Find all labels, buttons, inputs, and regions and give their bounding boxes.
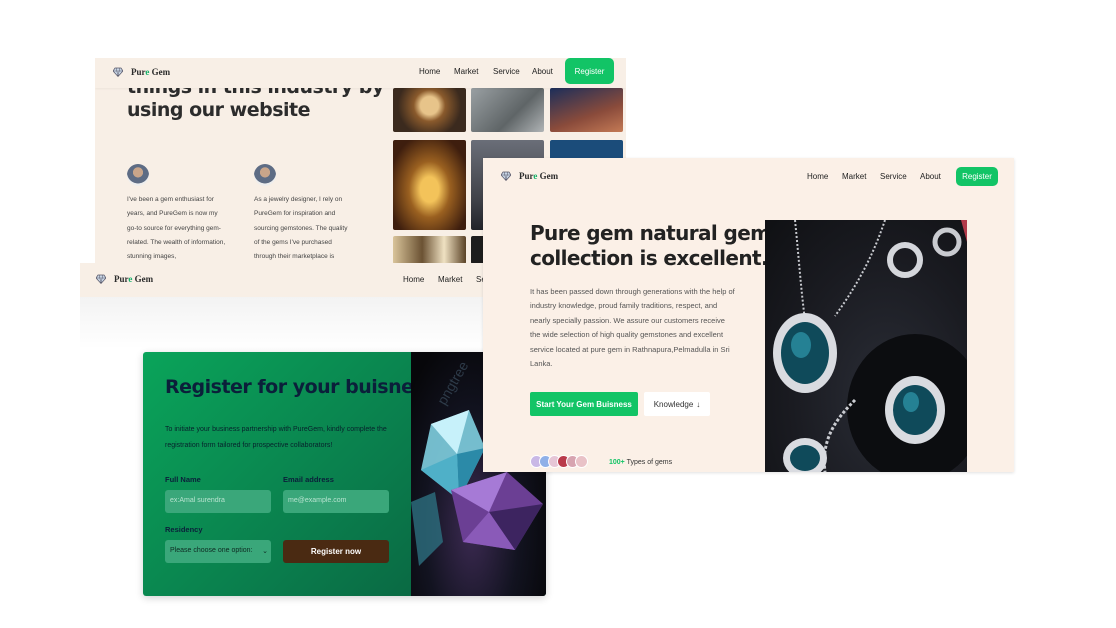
residency-select[interactable]: Please choose one option: ⌄ [165, 540, 271, 563]
brand-name-a: Pur [114, 274, 129, 284]
start-business-button[interactable]: Start Your Gem Buisness [530, 392, 638, 416]
register-title: Register for your buisness! [165, 376, 444, 398]
nav-service[interactable]: Service [880, 172, 907, 181]
knowledge-label: Knowledge [653, 399, 694, 409]
gallery-photo [471, 88, 544, 132]
full-name-field[interactable]: ex:Amal surendra [165, 490, 271, 513]
gem-types-count: 100+ Types of gems [609, 459, 672, 466]
diamond-icon [113, 67, 123, 77]
testimonial-text: As a jewelry designer, I rely on PureGem… [254, 196, 348, 261]
jewelry-image [765, 219, 983, 472]
gallery-photo [393, 140, 466, 230]
testimonial-text: I've been a gem enthusiast for years, an… [127, 196, 226, 261]
register-button[interactable]: Register [956, 167, 998, 186]
types-number: 100+ [609, 459, 625, 466]
gallery-photo [393, 236, 466, 264]
avatar [254, 164, 276, 186]
page-background [80, 297, 551, 349]
nav-about[interactable]: About [532, 67, 553, 76]
nav-home[interactable]: Home [419, 67, 440, 76]
email-label: Email address [283, 475, 334, 484]
gallery-photo [393, 88, 466, 132]
hero-title-line-2: collection is excellent. [530, 246, 769, 270]
heading-line-2: using our website [127, 99, 310, 121]
full-name-label: Full Name [165, 475, 201, 484]
navbar: Pure Gem Home Market Se [80, 263, 551, 297]
brand-name-c: Gem [132, 274, 154, 284]
brand-name-c: Gem [149, 67, 171, 77]
gem-avatars [530, 455, 588, 468]
watermark-text: pngtree [434, 358, 472, 407]
testimonial-card: I've been a gem enthusiast for years, an… [127, 164, 227, 264]
hero-title-line-1: Pure gem natural gem [530, 221, 771, 245]
brand-name-a: Pur [131, 67, 146, 77]
nav-market[interactable]: Market [842, 172, 866, 181]
email-field[interactable]: me@example.com [283, 490, 389, 513]
gallery-photo [550, 140, 623, 160]
testimonial-card: As a jewelry designer, I rely on PureGem… [254, 164, 354, 264]
brand-logo[interactable]: Pure Gem [96, 274, 153, 284]
register-now-button[interactable]: Register now [283, 540, 389, 563]
nav-home[interactable]: Home [403, 275, 424, 284]
brand-name-a: Pur [519, 171, 534, 181]
nav-market[interactable]: Market [438, 275, 462, 284]
diamond-icon [96, 274, 106, 284]
nav-service[interactable]: Service [493, 67, 520, 76]
brand-logo[interactable]: Pure Gem [113, 67, 170, 77]
register-screenshot: Pure Gem Home Market Se Register for you… [80, 263, 551, 599]
knowledge-button[interactable]: Knowledge ↓ [644, 392, 710, 416]
hero-description: It has been passed down through generati… [530, 287, 735, 369]
gallery-photo [550, 88, 623, 132]
residency-label: Residency [165, 525, 203, 534]
residency-selected: Please choose one option: [170, 547, 253, 554]
navbar: Pure Gem Home Market Service About Regis… [95, 58, 626, 88]
arrow-down-icon: ↓ [696, 399, 701, 409]
avatar [127, 164, 149, 186]
register-intro: To initiate your business partnership wi… [165, 426, 387, 449]
gem-avatar [575, 455, 588, 468]
types-label: Types of gems [624, 459, 673, 466]
nav-home[interactable]: Home [807, 172, 828, 181]
diamond-icon [501, 171, 511, 181]
register-button[interactable]: Register [565, 58, 614, 84]
chevron-down-icon: ⌄ [262, 548, 268, 555]
nav-about[interactable]: About [920, 172, 941, 181]
hero-screenshot: Pure Gem Home Market Service About Regis… [483, 158, 1014, 472]
brand-logo[interactable]: Pure Gem [501, 171, 558, 181]
brand-name-c: Gem [537, 171, 559, 181]
hero-title: Pure gem natural gem collection is excel… [530, 221, 771, 271]
nav-market[interactable]: Market [454, 67, 478, 76]
jewelry-illustration [773, 219, 983, 472]
